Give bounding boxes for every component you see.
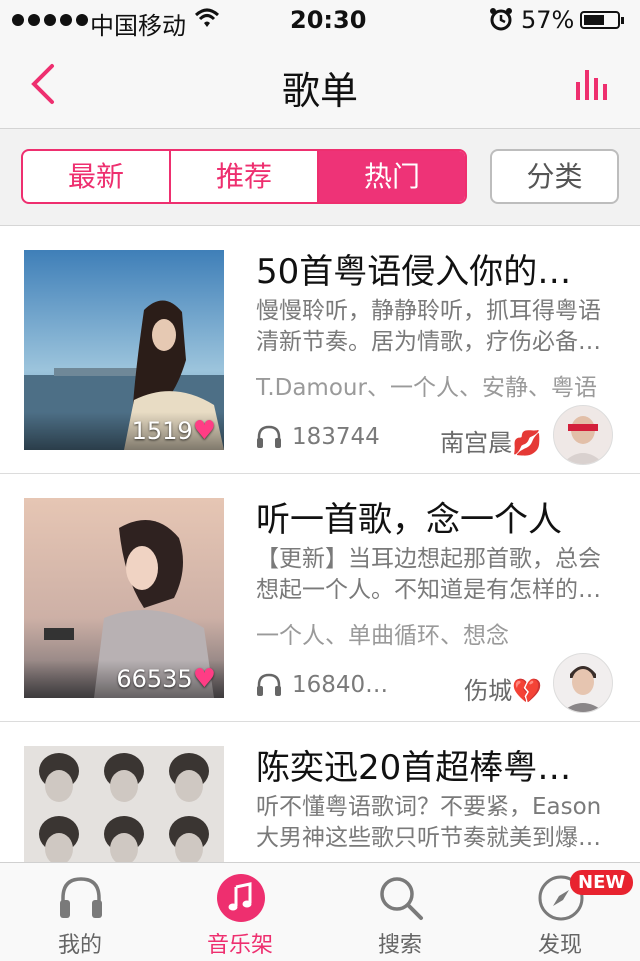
tab-label: 搜索: [377, 933, 422, 958]
alarm-clock-icon: [488, 6, 514, 38]
tab-label: 音乐架: [206, 933, 273, 958]
heart-icon: ♥: [192, 416, 216, 446]
carrier-name: 中国移动: [90, 12, 186, 40]
segmented-control: 最新 推荐 热门: [21, 149, 467, 204]
playlist-tags: T.Damour、一个人、安静、粤语: [256, 375, 597, 401]
equalizer-icon: [576, 70, 607, 100]
music-note-icon: [217, 874, 265, 922]
clock-time: 20:30: [290, 6, 367, 34]
search-icon: [380, 877, 423, 920]
headphones-icon: [257, 673, 281, 696]
bottom-tab-bar: 我的 音乐架 搜索 发现: [0, 862, 640, 961]
battery-percentage: 57%: [521, 6, 575, 34]
status-bar: 中国移动 20:30 57%: [0, 0, 640, 40]
play-count: 16840…: [256, 672, 388, 698]
tab-search[interactable]: 搜索: [340, 863, 460, 961]
playlist-cover: [24, 746, 224, 862]
author-name: 伤城💔: [464, 677, 542, 705]
playlist-description: 听不懂粤语歌词？不要紧，Eason大男神这些歌只听节奏就美到爆…: [256, 794, 602, 851]
headphones-icon: [60, 877, 102, 918]
page-title: 歌单: [281, 69, 358, 113]
category-button[interactable]: 分类: [490, 149, 619, 204]
author-name: 南宫晨💋: [440, 429, 542, 457]
wifi-icon: [194, 6, 220, 36]
tab-recommended[interactable]: 推荐: [171, 151, 319, 202]
heart-icon: ♥: [192, 664, 216, 694]
signal-strength-icon: [12, 8, 88, 26]
tab-music-shelf[interactable]: 音乐架: [180, 863, 300, 961]
like-count: 1519♥: [131, 416, 216, 446]
tab-mine[interactable]: 我的: [20, 863, 140, 961]
tab-label: 我的: [57, 933, 102, 958]
playlist-cover: 1519♥: [24, 250, 224, 450]
playlist-list: 1519♥ 50首粤语侵入你的… 慢慢聆听，静静聆听，抓耳得粤语清新节奏。居为情…: [0, 226, 640, 862]
now-playing-button[interactable]: [574, 68, 614, 100]
playlist-description: 【更新】当耳边想起那首歌，总会想起一个人。不知道是有怎样的…: [256, 546, 601, 603]
tab-popular[interactable]: 热门: [319, 151, 465, 202]
playlist-title: 听一首歌，念一个人: [256, 500, 562, 540]
like-count: 66535♥: [116, 664, 216, 694]
playlist-item[interactable]: 陈奕迅20首超棒粤… 听不懂粤语歌词？不要紧，Eason大男神这些歌只听节奏就美…: [0, 722, 640, 862]
avatar[interactable]: [553, 653, 613, 713]
avatar[interactable]: [553, 405, 613, 465]
playlist-tags: 一个人、单曲循环、想念: [256, 623, 509, 649]
navigation-bar: 歌单: [0, 40, 640, 129]
playlist-title: 陈奕迅20首超棒粤…: [256, 748, 572, 788]
playlist-item[interactable]: 1519♥ 50首粤语侵入你的… 慢慢聆听，静静聆听，抓耳得粤语清新节奏。居为情…: [0, 226, 640, 474]
tab-newest[interactable]: 最新: [23, 151, 171, 202]
playlist-title: 50首粤语侵入你的…: [256, 252, 572, 292]
battery-icon: [580, 11, 624, 29]
tab-label: 发现: [537, 933, 582, 958]
play-count: 183744: [256, 424, 380, 450]
playlist-description: 慢慢聆听，静静聆听，抓耳得粤语清新节奏。居为情歌，疗伤必备…: [256, 298, 601, 355]
headphones-icon: [257, 425, 281, 448]
playlist-item[interactable]: 66535♥ 听一首歌，念一个人 【更新】当耳边想起那首歌，总会想起一个人。不知…: [0, 474, 640, 722]
playlist-cover: 66535♥: [24, 498, 224, 698]
filter-bar: 最新 推荐 热门 分类: [0, 129, 640, 226]
new-badge: NEW: [570, 870, 634, 895]
